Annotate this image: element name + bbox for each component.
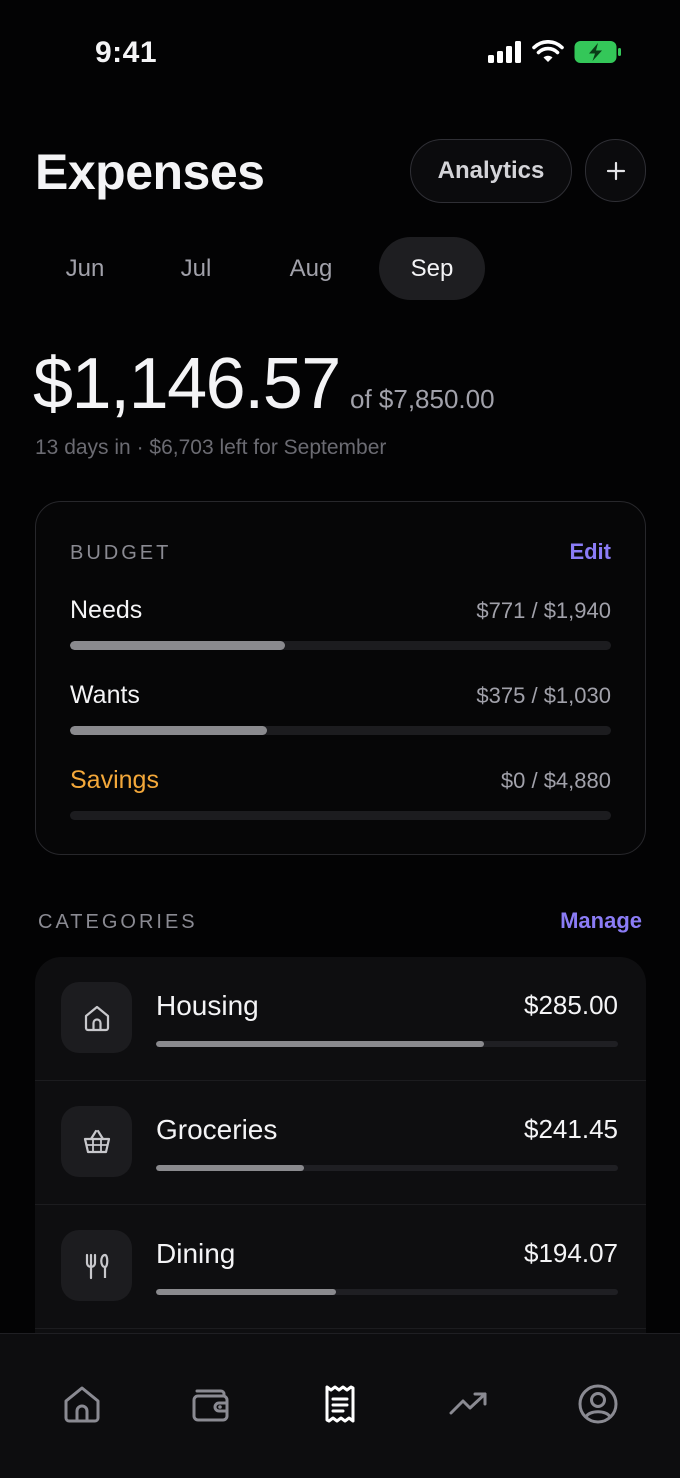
month-selector: Jun Jul Aug Sep — [35, 237, 555, 300]
battery-charging-icon — [574, 41, 621, 63]
tab-bar — [0, 1333, 680, 1478]
tab-home[interactable] — [50, 1372, 114, 1436]
spending-subtitle: 13 days in · $6,703 left for September — [35, 436, 387, 459]
category-name: Dining — [156, 1238, 236, 1269]
budget-row-needs: Needs $771 / $1,940 — [70, 596, 611, 656]
budget-section-label: BUDGET — [70, 542, 172, 564]
category-icon-tile — [61, 982, 132, 1053]
utensils-icon — [85, 1253, 108, 1279]
category-item-housing[interactable]: Housing $285.00 — [35, 957, 646, 1081]
add-expense-button[interactable] — [585, 139, 646, 202]
category-progress-track — [156, 1041, 618, 1047]
budget-progress-track — [70, 726, 611, 735]
budget-row-name: Wants — [70, 681, 140, 709]
home-icon — [84, 1005, 109, 1031]
month-tab-jun[interactable]: Jun — [35, 237, 135, 300]
budget-row-value: $375 / $1,030 — [476, 683, 611, 708]
trending-up-icon — [449, 1392, 487, 1415]
budget-row-value: $0 / $4,880 — [500, 768, 611, 793]
budget-row-savings: Savings $0 / $4,880 — [70, 766, 611, 826]
month-tab-aug[interactable]: Aug — [259, 237, 363, 300]
category-icon-tile — [61, 1106, 132, 1177]
budget-row-value: $771 / $1,940 — [476, 598, 611, 623]
budget-row-wants: Wants $375 / $1,030 — [70, 681, 611, 741]
category-item-groceries[interactable]: Groceries $241.45 — [35, 1081, 646, 1205]
profile-icon — [578, 1384, 618, 1424]
receipt-icon — [325, 1385, 355, 1423]
analytics-button[interactable]: Analytics — [410, 139, 572, 203]
basket-icon — [83, 1129, 110, 1153]
tab-expenses[interactable] — [308, 1372, 372, 1436]
budget-card: BUDGET Edit Needs $771 / $1,940 Wants $3… — [35, 501, 646, 855]
categories-section-label: CATEGORIES — [38, 911, 198, 933]
budget-progress-track — [70, 811, 611, 820]
page-title: Expenses — [35, 144, 265, 200]
category-progress-track — [156, 1289, 618, 1295]
edit-budget-link[interactable]: Edit — [569, 539, 611, 565]
budget-progress-fill — [70, 726, 267, 735]
wallet-icon — [192, 1389, 229, 1422]
status-icons — [488, 40, 622, 64]
category-icon-tile — [61, 1230, 132, 1301]
month-tab-sep[interactable]: Sep — [379, 237, 485, 300]
home-icon — [64, 1386, 100, 1423]
category-progress-fill — [156, 1289, 337, 1295]
budget-progress-fill — [70, 641, 285, 650]
tab-profile[interactable] — [566, 1372, 630, 1436]
category-progress-fill — [156, 1041, 485, 1047]
budget-row-name: Savings — [70, 766, 159, 794]
budget-progress-track — [70, 641, 611, 650]
month-tab-jul[interactable]: Jul — [145, 237, 247, 300]
category-amount: $285.00 — [524, 990, 618, 1020]
budget-row-name: Needs — [70, 596, 143, 624]
spent-amount: $1,146.57 — [33, 344, 341, 424]
cellular-signal-icon — [488, 41, 521, 63]
category-name: Housing — [156, 990, 259, 1021]
status-bar: 9:41 — [0, 0, 680, 110]
category-list: Housing $285.00 Groceries $241.45 Dining — [35, 957, 646, 1357]
status-time: 9:41 — [95, 36, 158, 69]
wifi-icon — [532, 40, 564, 62]
category-progress-fill — [156, 1165, 304, 1171]
tab-trends[interactable] — [437, 1372, 501, 1436]
category-progress-track — [156, 1165, 618, 1171]
category-item-dining[interactable]: Dining $194.07 — [35, 1205, 646, 1329]
tab-wallet[interactable] — [179, 1372, 243, 1436]
manage-categories-link[interactable]: Manage — [560, 908, 642, 934]
budget-total: of $7,850.00 — [350, 384, 495, 414]
plus-icon — [606, 161, 625, 180]
category-amount: $241.45 — [524, 1114, 618, 1144]
category-amount: $194.07 — [524, 1238, 618, 1268]
category-name: Groceries — [156, 1114, 278, 1145]
